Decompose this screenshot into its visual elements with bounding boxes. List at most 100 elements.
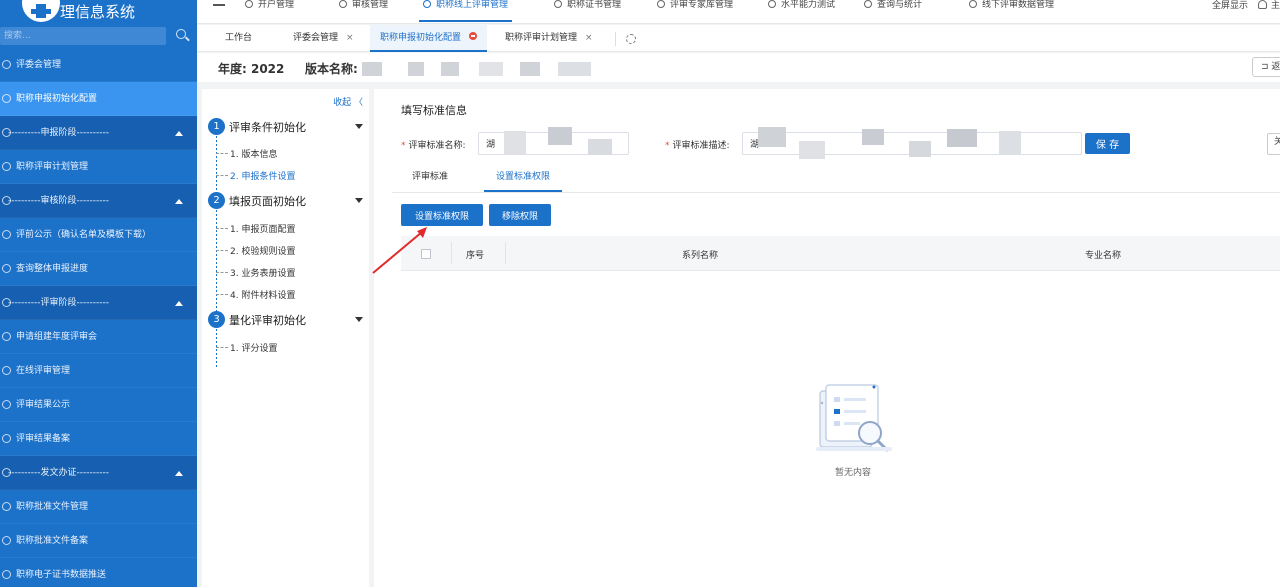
sidebar-group[interactable]: ----------审核阶段---------- xyxy=(0,184,197,218)
nav-item[interactable]: 审核管理 xyxy=(339,0,388,22)
column-header[interactable]: 序号 xyxy=(466,248,484,261)
tab-review-standard[interactable]: 评审标准 xyxy=(412,166,448,192)
redacted-block xyxy=(588,139,612,155)
step-group-2[interactable]: 2 填报页面初始化 xyxy=(208,192,363,210)
fullscreen-link[interactable]: 全屏显示 xyxy=(1212,1,1248,11)
step-sub-item[interactable]: 2. 校验规则设置 xyxy=(215,244,295,257)
year-text: 年度: 2022 xyxy=(218,62,285,76)
nav-item-active[interactable]: 职称线上评审管理 xyxy=(419,0,513,22)
sidebar-item[interactable]: 在线评审管理 xyxy=(0,354,197,388)
step-number: 2 xyxy=(208,192,225,209)
sidebar-item[interactable]: 职称评审计划管理 xyxy=(0,150,197,184)
redacted-block xyxy=(520,62,540,76)
tab-set-standard-permission[interactable]: 设置标准权限 xyxy=(484,166,563,192)
sidebar-item-label: 评审结果备案 xyxy=(16,434,71,444)
nav-item[interactable]: 线下评审数据管理 xyxy=(969,0,1054,22)
sidebar-item[interactable]: 评委会管理 xyxy=(0,48,197,82)
chevron-up-icon xyxy=(175,131,183,136)
step-sub-item[interactable]: 1. 评分设置 xyxy=(215,341,277,354)
step-sub-item[interactable]: 1. 版本信息 xyxy=(215,147,277,160)
step-sub-item[interactable]: 4. 附件材料设置 xyxy=(215,288,295,301)
empty-data-icon xyxy=(816,384,892,452)
gear-icon xyxy=(2,332,11,341)
app-logo: 理信息系统 xyxy=(0,0,197,24)
redacted-block xyxy=(558,62,591,76)
nav-item[interactable]: 水平能力测试 xyxy=(768,0,835,22)
close-icon[interactable] xyxy=(469,32,478,40)
redacted-block xyxy=(909,141,931,157)
step-group-3[interactable]: 3 量化评审初始化 xyxy=(208,311,363,329)
sidebar-item-active[interactable]: 职称申报初始化配置 xyxy=(0,82,197,116)
sidebar-group[interactable]: ----------评审阶段---------- xyxy=(0,286,197,320)
column-separator xyxy=(451,242,452,264)
sidebar-item-label: 评委会管理 xyxy=(16,60,62,70)
step-connector xyxy=(216,136,217,196)
sidebar-item-label: 职称申报初始化配置 xyxy=(16,94,98,104)
nav-item-label: 水平能力测试 xyxy=(781,0,836,10)
sidebar-item[interactable]: 评审结果备案 xyxy=(0,422,197,456)
sidebar-item[interactable]: 申请组建年度评审会 xyxy=(0,320,197,354)
tab-review-plan[interactable]: 职称评审计划管理 × xyxy=(505,25,593,52)
nav-item[interactable]: 职称证书管理 xyxy=(554,0,621,22)
save-button[interactable]: 保 存 xyxy=(1085,133,1130,154)
sidebar-item[interactable]: 职称批准文件管理 xyxy=(0,490,197,524)
user-label[interactable]: 主 xyxy=(1271,1,1280,11)
back-button[interactable]: ⊐ 返 xyxy=(1252,57,1280,77)
gear-icon xyxy=(2,264,11,273)
redacted-block xyxy=(758,127,786,147)
nav-item[interactable]: 开户管理 xyxy=(245,0,294,22)
sidebar-item[interactable]: 评前公示（确认名单及模板下载） xyxy=(0,218,197,252)
step-sub-item-active[interactable]: 2. 申报条件设置 xyxy=(215,169,295,182)
redacted-block xyxy=(441,62,459,76)
settings-icon[interactable] xyxy=(626,34,636,44)
app-title: 理信息系统 xyxy=(60,3,136,21)
close-icon[interactable]: × xyxy=(585,25,593,52)
gear-icon xyxy=(2,94,11,103)
sidebar-item-label: 职称评审计划管理 xyxy=(16,162,89,172)
gear-icon xyxy=(2,128,11,137)
sidebar-search xyxy=(0,24,197,48)
gear-icon xyxy=(554,0,562,8)
sidebar-item[interactable]: 查询整体申报进度 xyxy=(0,252,197,286)
redacted-block xyxy=(408,62,424,76)
user-icon[interactable] xyxy=(1257,0,1267,9)
version-header: 年度: 2022 版本名称: ⊐ 返 xyxy=(197,53,1280,82)
sidebar-item[interactable]: 职称电子证书数据推送 xyxy=(0,558,197,587)
nav-item[interactable]: 评审专家库管理 xyxy=(657,0,733,22)
nav-item-label: 线下评审数据管理 xyxy=(982,0,1055,10)
sidebar-group[interactable]: ----------发文办证---------- xyxy=(0,456,197,490)
redacted-block xyxy=(947,129,977,147)
required-mark: * xyxy=(401,141,406,151)
label-text: 评审标准描述: xyxy=(672,141,730,151)
top-right-actions: 全屏显示 主 xyxy=(1212,0,1280,11)
nav-item[interactable]: 查询与统计 xyxy=(864,0,922,22)
remove-permission-button[interactable]: 移除权限 xyxy=(489,204,551,226)
step-sub-item[interactable]: 3. 业务表册设置 xyxy=(215,266,295,279)
menu-toggle-icon[interactable] xyxy=(213,0,225,6)
nav-item-label: 职称线上评审管理 xyxy=(436,0,509,10)
step-group-1[interactable]: 1 评审条件初始化 xyxy=(208,118,363,136)
main-content: 填写标准信息 *评审标准名称: *评审标准描述: 保 存 关 评审标准 设置标准… xyxy=(374,89,1280,587)
sidebar-item[interactable]: 职称批准文件备案 xyxy=(0,524,197,558)
tab-workbench[interactable]: 工作台 xyxy=(225,25,252,52)
tab-committee[interactable]: 评委会管理 × xyxy=(293,25,354,52)
search-icon[interactable] xyxy=(176,29,186,39)
gear-icon xyxy=(2,196,11,205)
tab-init-config[interactable]: 职称申报初始化配置 xyxy=(370,25,488,52)
step-connector xyxy=(216,329,217,367)
column-header[interactable]: 系列名称 xyxy=(682,248,718,261)
close-button[interactable]: 关 xyxy=(1267,133,1280,155)
sidebar-group-label: ----------评审阶段---------- xyxy=(8,298,109,308)
column-header[interactable]: 专业名称 xyxy=(1085,248,1121,261)
close-icon[interactable]: × xyxy=(346,25,354,52)
collapse-toggle[interactable]: 收起 〈 xyxy=(333,95,363,108)
gear-icon xyxy=(2,400,11,409)
sidebar-group[interactable]: ----------申报阶段---------- xyxy=(0,116,197,150)
caret-down-icon xyxy=(355,124,363,129)
sidebar-search-input[interactable] xyxy=(0,27,166,45)
sidebar-item[interactable]: 评审结果公示 xyxy=(0,388,197,422)
step-sub-item[interactable]: 1. 申报页面配置 xyxy=(215,222,295,235)
set-permission-button[interactable]: 设置标准权限 xyxy=(401,204,483,226)
step-number: 1 xyxy=(208,118,225,135)
gear-icon xyxy=(2,366,11,375)
